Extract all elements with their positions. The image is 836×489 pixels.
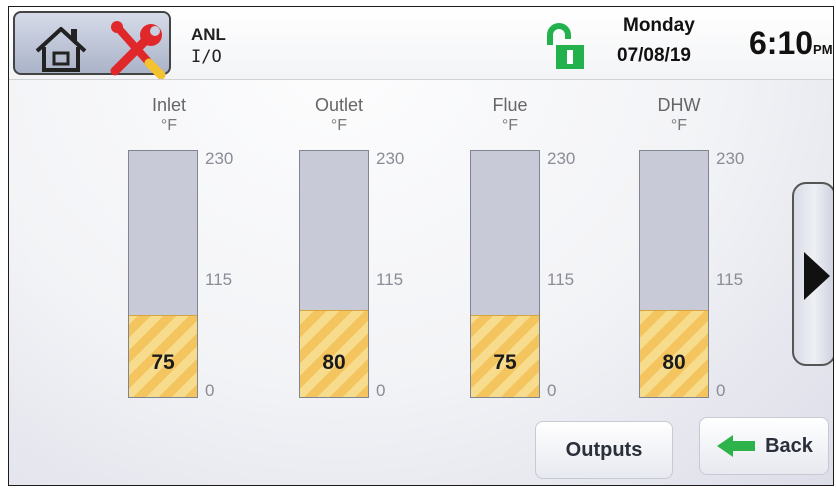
tick-max: 230 [716,149,745,168]
mode-label: ANL [191,25,226,44]
ampm-label: PM [813,42,833,57]
outputs-button[interactable]: Outputs [535,421,673,479]
home-icon[interactable] [33,23,89,75]
gauge-label-inlet: Inlet [151,95,187,115]
back-arrow-icon [717,435,756,457]
gauge-unit-dhw: °F [670,117,688,134]
tick-mid: 115 [547,270,575,289]
back-button-label: Back [765,434,813,457]
navigation-group [13,11,171,79]
right-arrow-icon [804,252,830,300]
tick-max: 230 [376,149,405,168]
time-value: 6:10 [749,25,814,61]
back-button[interactable]: Back [699,417,829,475]
tick-min: 0 [716,381,726,400]
device-screen: ANL I/O Monday 07/08/19 6:10PM Inlet °F … [8,6,834,486]
gauge-label-dhw: DHW [657,95,701,115]
gauge-value-outlet: 80 [322,351,346,374]
gauge-unit-flue: °F [501,117,519,134]
gauge-value-dhw: 80 [662,351,686,374]
tick-max: 230 [547,149,576,168]
day-label: Monday [623,15,695,36]
gauge-value-flue: 75 [493,351,517,374]
tick-mid: 115 [716,270,744,289]
unlocked-icon[interactable] [544,21,588,71]
tick-mid: 115 [376,270,404,289]
tick-min: 0 [547,381,557,400]
clock: 6:10PM [749,25,833,62]
screen-label: I/O [191,47,222,67]
gauge-unit-outlet: °F [330,117,348,134]
gauge-label-flue: Flue [492,95,528,115]
gauge-unit-inlet: °F [160,117,178,134]
tick-max: 230 [205,149,234,168]
tick-mid: 115 [205,270,233,289]
gauge-value-inlet: 75 [151,351,175,374]
tick-min: 0 [205,381,215,400]
gauge-label-outlet: Outlet [314,95,364,115]
date-label: 07/08/19 [617,45,691,66]
tools-icon[interactable] [105,19,169,79]
tick-min: 0 [376,381,386,400]
next-page-button[interactable] [792,182,833,366]
status-header: ANL I/O Monday 07/08/19 6:10PM [9,7,833,80]
